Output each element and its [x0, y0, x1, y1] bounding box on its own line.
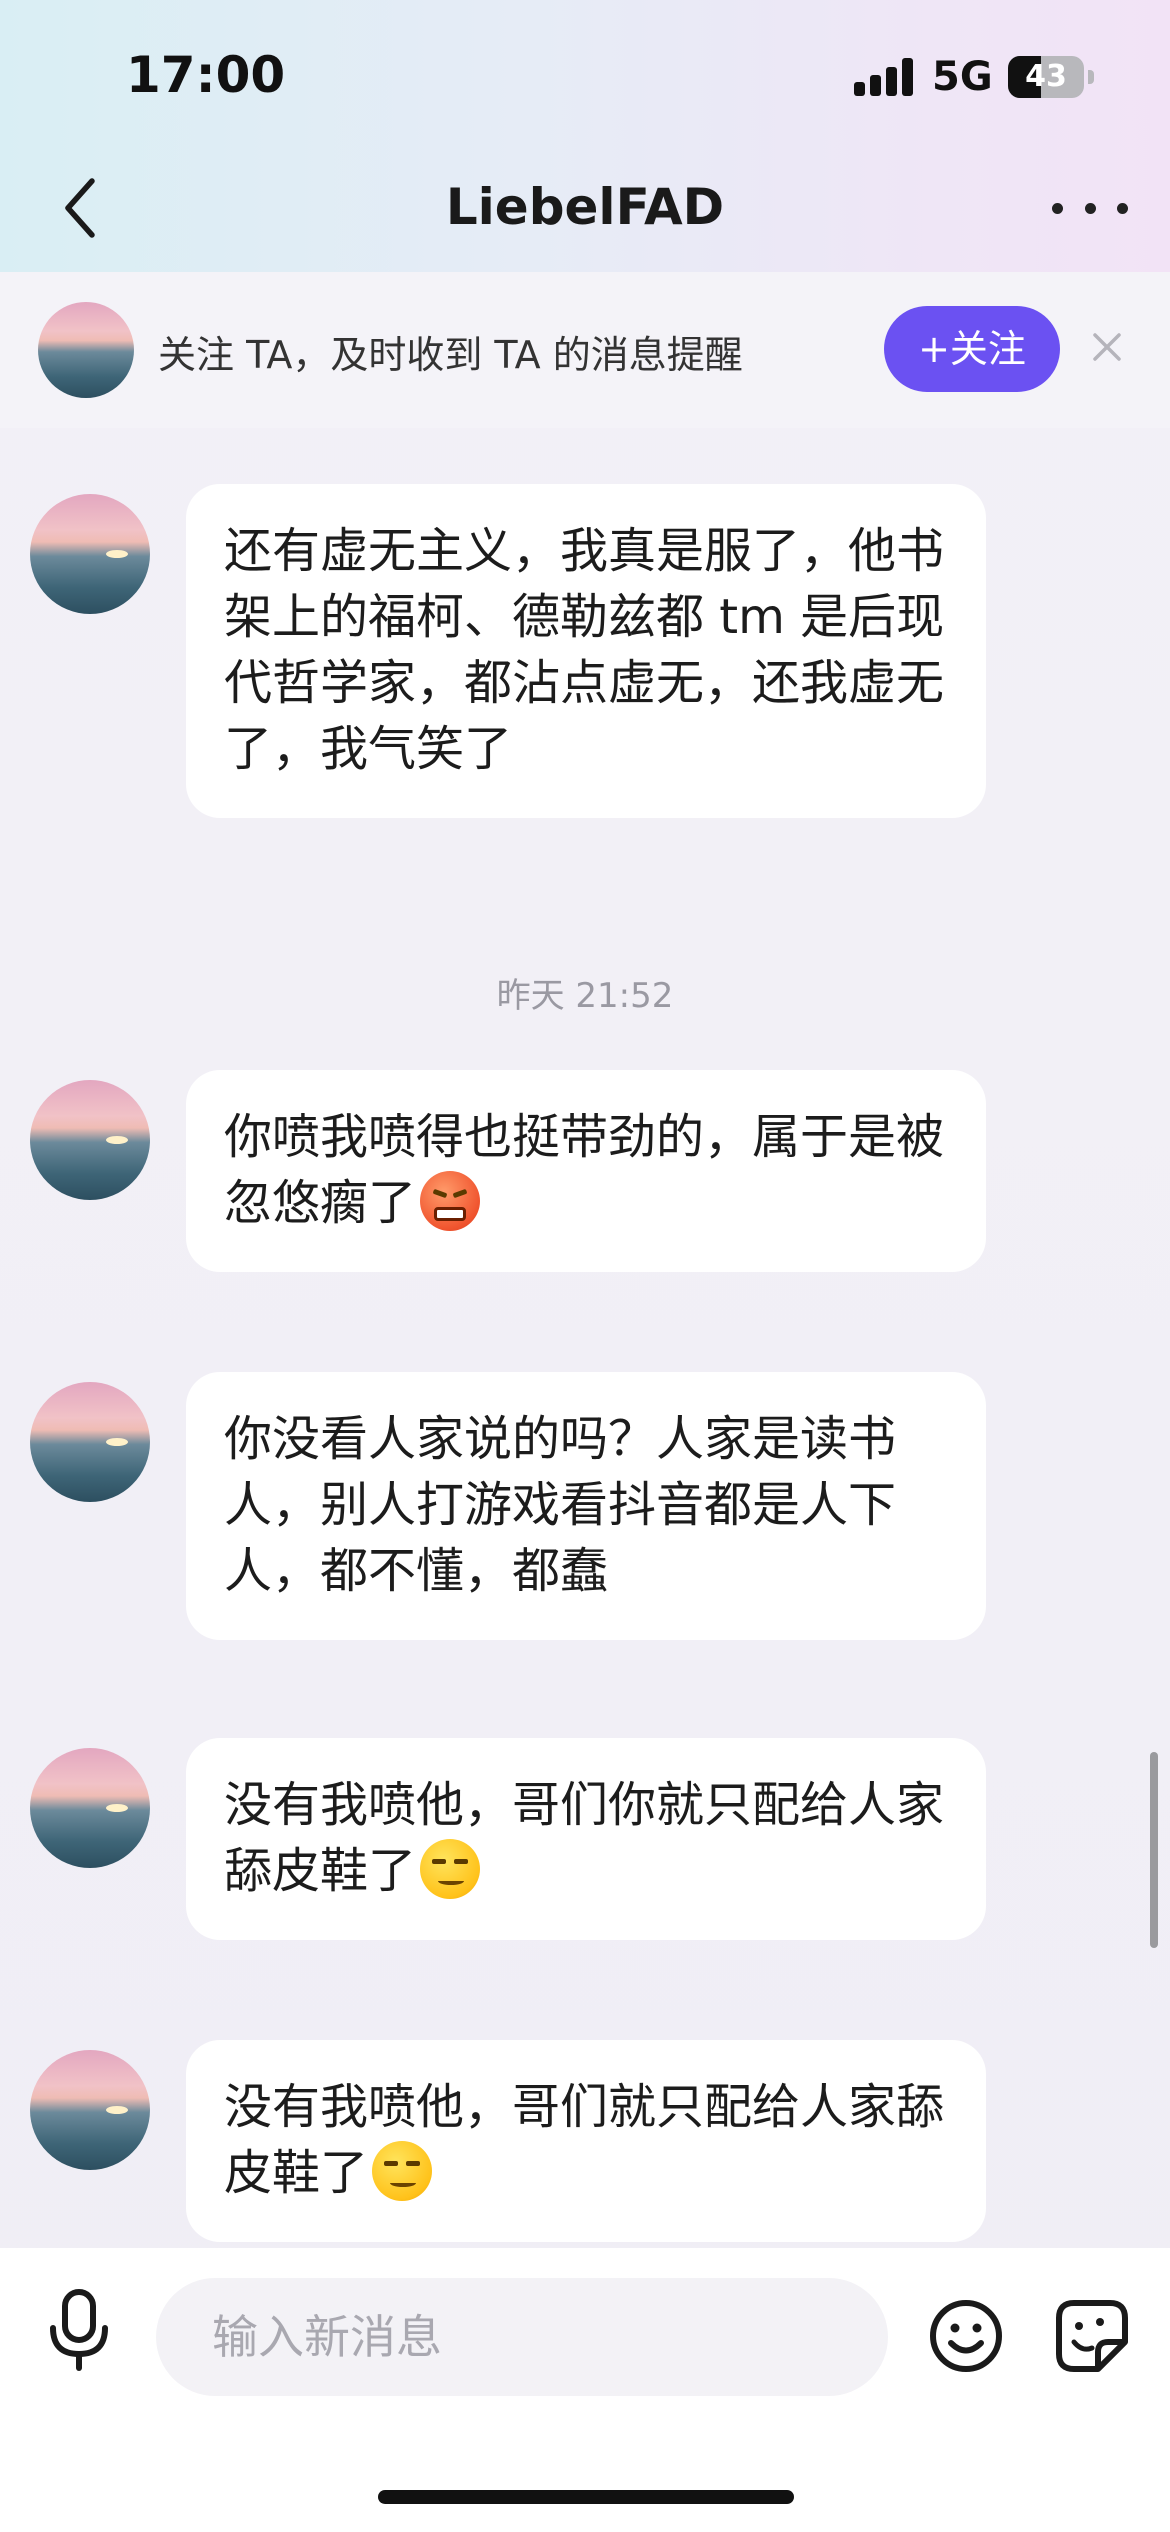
emoji-button[interactable] — [928, 2298, 1004, 2374]
signal-icon — [854, 58, 916, 96]
follow-banner: 关注 TA，及时收到 TA 的消息提醒 +关注 — [0, 272, 1170, 428]
voice-button[interactable] — [44, 2288, 114, 2372]
smirk-face-emoji — [372, 2141, 433, 2201]
sender-avatar[interactable] — [30, 1382, 150, 1502]
message-bubble[interactable]: 还有虚无主义，我真是服了，他书架上的福柯、德勒兹都 tm 是后现代哲学家，都沾点… — [186, 484, 986, 818]
smiley-icon — [930, 2300, 1002, 2372]
microphone-icon — [50, 2289, 108, 2371]
status-time: 17:00 — [126, 46, 286, 104]
message-text: 没有我喷他，哥们你就只配给人家舔皮鞋了 — [224, 1777, 945, 1899]
scrollbar[interactable] — [1150, 1752, 1158, 1948]
message-bubble[interactable]: 没有我喷他，哥们你就只配给人家舔皮鞋了 — [186, 1738, 986, 1940]
follow-prompt-text: 关注 TA，及时收到 TA 的消息提醒 — [158, 333, 743, 377]
sender-avatar[interactable] — [30, 1080, 150, 1200]
message-bubble[interactable]: 你没看人家说的吗？人家是读书人，别人打游戏看抖音都是人下人，都不懂，都蠢 — [186, 1372, 986, 1640]
sticker-icon — [1056, 2300, 1128, 2372]
follow-button[interactable]: +关注 — [884, 306, 1060, 392]
message-list[interactable]: 还有虚无主义，我真是服了，他书架上的福柯、德勒兹都 tm 是后现代哲学家，都沾点… — [0, 428, 1170, 2248]
angry-face-emoji — [420, 1171, 481, 1231]
status-bar: 17:00 5G 43 — [0, 0, 1170, 150]
close-banner-button[interactable] — [1090, 330, 1124, 364]
sender-avatar[interactable] — [30, 1748, 150, 1868]
message-text: 还有虚无主义，我真是服了，他书架上的福柯、德勒兹都 tm 是后现代哲学家，都沾点… — [224, 523, 945, 777]
message-text: 没有我喷他，哥们就只配给人家舔皮鞋了 — [224, 2079, 945, 2201]
nav-bar: LiebelFAD — [0, 150, 1170, 270]
network-type: 5G — [932, 54, 993, 100]
home-indicator[interactable] — [378, 2490, 794, 2504]
message-text: 你没看人家说的吗？人家是读书人，别人打游戏看抖音都是人下人，都不懂，都蠢 — [224, 1411, 897, 1599]
message-bubble[interactable]: 你喷我喷得也挺带劲的，属于是被忽悠瘸了 — [186, 1070, 986, 1272]
message-bubble[interactable]: 没有我喷他，哥们就只配给人家舔皮鞋了 — [186, 2040, 986, 2242]
message-text: 你喷我喷得也挺带劲的，属于是被忽悠瘸了 — [224, 1109, 945, 1231]
close-icon — [1093, 333, 1121, 361]
sender-avatar[interactable] — [30, 2050, 150, 2170]
more-button[interactable] — [1052, 186, 1128, 230]
more-horizontal-icon — [1052, 202, 1063, 214]
avatar[interactable] — [38, 302, 134, 398]
sticker-button[interactable] — [1054, 2298, 1130, 2374]
battery-level: 43 — [1025, 59, 1067, 94]
battery-icon: 43 — [1008, 56, 1084, 98]
smirk-face-emoji — [420, 1839, 481, 1899]
sender-avatar[interactable] — [30, 494, 150, 614]
chat-title: LiebelFAD — [445, 178, 725, 236]
message-input[interactable] — [156, 2278, 888, 2396]
message-timestamp: 昨天 21:52 — [496, 976, 674, 1016]
battery-cap — [1088, 70, 1094, 84]
